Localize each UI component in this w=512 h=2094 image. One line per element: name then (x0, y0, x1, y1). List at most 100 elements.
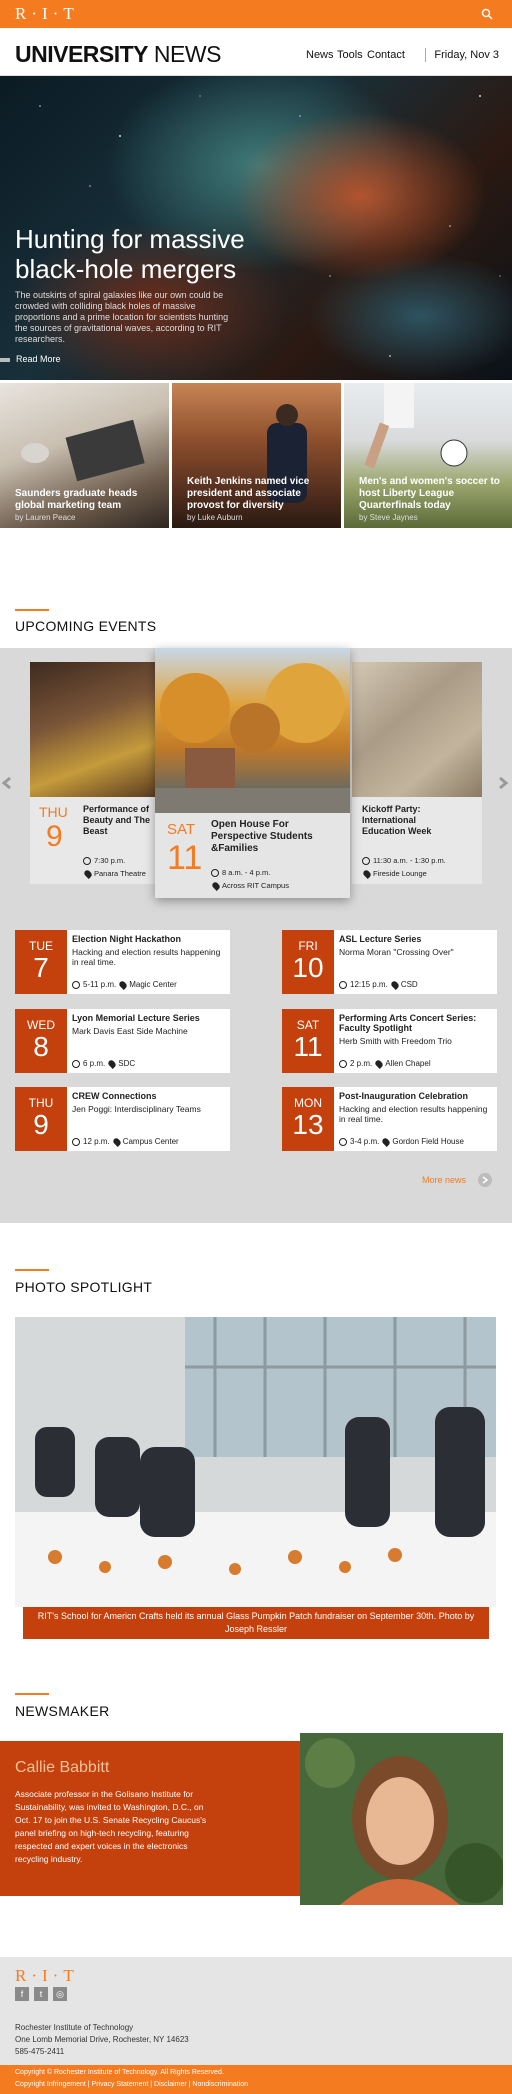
carousel-event-card[interactable]: THU 9 Performance of Beauty and The Beas… (30, 662, 156, 884)
event-title[interactable]: Performance of Beauty and The Beast (83, 804, 156, 837)
more-news-link[interactable]: More news (422, 1175, 466, 1185)
event-image-map (352, 662, 482, 797)
event-title[interactable]: ASL Lecture Series (339, 934, 489, 944)
clock-icon (72, 1059, 80, 1068)
event-subtitle: Norma Moran "Crossing Over" (339, 947, 454, 957)
clock-icon (72, 1137, 80, 1146)
footer-address: One Lomb Memorial Drive, Rochester, NY 1… (15, 2035, 189, 2044)
photo-heading: PHOTO SPOTLIGHT (15, 1279, 153, 1295)
nav-news[interactable]: News (306, 49, 334, 61)
footer-logo[interactable]: R·I·T (15, 1966, 79, 1986)
clock-icon (72, 980, 80, 989)
newsmaker-photo (300, 1733, 503, 1905)
event-time: 11:30 a.m. - 1:30 p.m. (362, 856, 446, 866)
facebook-icon[interactable]: f (15, 1987, 29, 2001)
event-date: 11 (167, 839, 203, 877)
event-meta: 5-11 p.m. Magic Center (72, 979, 177, 990)
location-pin-icon (83, 869, 93, 879)
instagram-icon[interactable]: ◎ (53, 1987, 67, 2001)
featured-event-card[interactable]: SAT 11 Open House For Perspective Studen… (155, 648, 350, 898)
arrow-right-icon[interactable] (478, 1173, 492, 1187)
nav-tools[interactable]: Tools (337, 49, 363, 61)
clock-icon (339, 1137, 347, 1146)
location-pin-icon (389, 979, 400, 990)
rit-logo[interactable]: R·I·T (15, 4, 79, 24)
event-list-item[interactable]: THU 9 CREW Connections Jen Poggi: Interdi… (15, 1087, 230, 1151)
event-list-item[interactable]: TUE 7 Election Night Hackathon Hacking an… (15, 930, 230, 994)
section-rule (15, 609, 49, 611)
footer-links[interactable]: Copyright Infringement | Privacy Stateme… (15, 2081, 248, 2088)
clock-icon (211, 869, 219, 878)
event-title[interactable]: Kickoff Party: International Education W… (362, 804, 457, 837)
event-title[interactable]: Election Night Hackathon (72, 934, 222, 944)
story-title[interactable]: Keith Jenkins named vice president and a… (187, 476, 337, 512)
story-card[interactable]: Saunders graduate heads global marketing… (0, 383, 169, 528)
events-heading: UPCOMING EVENTS (15, 618, 157, 634)
event-location: Fireside Lounge (360, 869, 427, 879)
clock-icon (339, 1059, 347, 1068)
event-image-campus (155, 648, 350, 813)
event-list-item[interactable]: SAT 11 Performing Arts Concert Series: Fa… (282, 1009, 497, 1073)
hero-summary: The outskirts of spiral galaxies like ou… (15, 290, 229, 344)
event-date-box: SAT 11 (282, 1009, 334, 1073)
carousel-prev-button[interactable] (0, 776, 14, 790)
carousel-next-button[interactable] (496, 776, 510, 790)
event-meta: 2 p.m. Allen Chapel (339, 1058, 431, 1069)
clock-icon (83, 857, 91, 866)
site-title[interactable]: UNIVERSITY NEWS (15, 41, 221, 68)
story-byline: by Steve Jaynes (359, 513, 418, 522)
location-pin-icon (381, 1136, 392, 1147)
event-time: 8 a.m. - 4 p.m. (211, 868, 270, 878)
campus-trees-image (155, 663, 350, 813)
hero-headline[interactable]: Hunting for massive black-hole mergers (15, 224, 255, 284)
event-title[interactable]: Performing Arts Concert Series: Faculty … (339, 1013, 489, 1033)
section-rule (15, 1693, 49, 1695)
location-pin-icon (211, 881, 221, 891)
event-date-box: FRI 10 (282, 930, 334, 994)
story-card[interactable]: Men's and women's soccer to host Liberty… (344, 383, 512, 528)
event-title[interactable]: CREW Connections (72, 1091, 222, 1101)
event-title[interactable]: Open House For Perspective Students &Fam… (211, 819, 331, 855)
story-card[interactable]: Keith Jenkins named vice president and a… (172, 383, 341, 528)
event-date-box: MON 13 (282, 1087, 334, 1151)
event-date: 9 (46, 820, 63, 853)
event-title[interactable]: Lyon Memorial Lecture Series (72, 1013, 222, 1023)
event-subtitle: Herb Smith with Freedom Trio (339, 1036, 452, 1046)
event-list-item[interactable]: MON 13 Post-Inauguration Celebration Hack… (282, 1087, 497, 1151)
footer-bar: Copyright © Rochester Institute of Techn… (0, 2065, 512, 2094)
story-title[interactable]: Men's and women's soccer to host Liberty… (359, 476, 509, 512)
event-time: 7:30 p.m. (83, 856, 125, 866)
event-list-item[interactable]: FRI 10 ASL Lecture Series Norma Moran "Cr… (282, 930, 497, 994)
spotlight-photo[interactable] (15, 1317, 496, 1607)
event-meta: 6 p.m. SDC (72, 1058, 135, 1069)
nav-contact[interactable]: Contact (367, 49, 405, 61)
top-bar: R·I·T (0, 0, 512, 28)
event-meta: 3-4 p.m. Gordon Field House (339, 1136, 464, 1147)
masthead: UNIVERSITY NEWS News Tools Contact Frida… (0, 28, 512, 76)
newsmaker-panel: Callie Babbitt Associate professor in th… (0, 1741, 300, 1896)
footer: R·I·T f t ◎ Rochester Institute of Techn… (0, 1957, 512, 2065)
event-meta: 12 p.m. Campus Center (72, 1136, 179, 1147)
section-rule (15, 1269, 49, 1271)
newsmaker-name[interactable]: Callie Babbitt (15, 1759, 109, 1777)
event-location: Across RIT Campus (209, 881, 289, 891)
event-meta: 12:15 p.m. CSD (339, 979, 418, 990)
location-pin-icon (107, 1058, 118, 1069)
photo-caption: RIT's School for Americn Crafts held its… (23, 1607, 489, 1639)
twitter-icon[interactable]: t (34, 1987, 48, 2001)
hero-banner[interactable]: Hunting for massive black-hole mergers T… (0, 76, 512, 380)
glass-pumpkin-photo (15, 1317, 496, 1607)
event-date-box: THU 9 (15, 1087, 67, 1151)
search-icon[interactable] (480, 7, 494, 21)
newsmaker-bio: Associate professor in the Golisano Inst… (15, 1789, 207, 1864)
carousel-event-card[interactable]: Kickoff Party: International Education W… (352, 662, 482, 884)
story-title[interactable]: Saunders graduate heads global marketing… (15, 488, 165, 512)
event-image-beauty-beast (30, 662, 156, 797)
event-list-item[interactable]: WED 8 Lyon Memorial Lecture Series Mark D… (15, 1009, 230, 1073)
portrait-image (300, 1733, 503, 1905)
event-date-box: WED 8 (15, 1009, 67, 1073)
nav-divider (425, 48, 426, 62)
read-more-link[interactable]: Read More (0, 354, 61, 364)
clock-icon (339, 980, 347, 989)
event-title[interactable]: Post-Inauguration Celebration (339, 1091, 489, 1101)
